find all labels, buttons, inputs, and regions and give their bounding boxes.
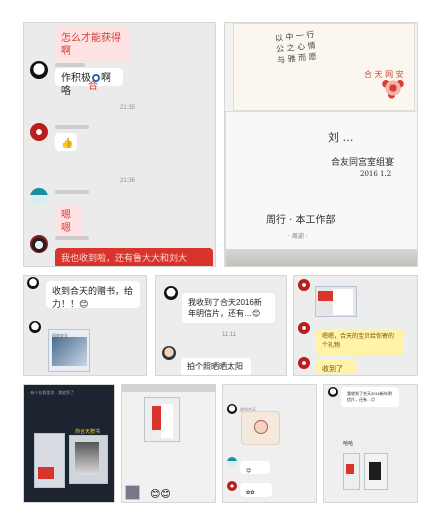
letter-photo: 以 中 一 行公 之 心 情与 雅 而 愿 合 天 网 安 刘 … 合友同宫室组… <box>224 22 418 267</box>
message-bubble-2: 嗯嗯 <box>55 205 81 239</box>
chat-screenshot-e: 我收到了合天2016新年明信片，还有…😊 哈哈 <box>323 384 418 503</box>
sender-name-blurred <box>55 190 89 194</box>
photo-card <box>315 286 357 317</box>
dark-photo-header: · 有人在群里发 · 我收到了 <box>28 390 74 395</box>
chat-screenshot-c: 嗯嗯，合天的宝贝给你寄的个礼物 收到了😊 <box>293 275 418 376</box>
message-text-1: 作积极 <box>61 73 91 84</box>
thumbs-up-icon: 👍 <box>61 138 74 149</box>
chat-b-bubble: 我收到了合天2016新年明信片，还有…😊 <box>182 293 275 323</box>
phone-status-bar <box>122 385 215 392</box>
dark-book-photo: · 有人在群里发 · 我收到了 你合天赠书 <box>23 384 115 503</box>
smile-icon: 😊 <box>252 309 261 318</box>
pig-sticker <box>241 411 280 445</box>
letter-main-paper: 刘 … 合友同宫室组宴 2016 1.2 周行 · 本工作部 · 周迎 · <box>225 111 417 266</box>
user-avatar-opera <box>30 235 48 253</box>
letter-signature-line: 合友同宫室组宴 <box>331 158 395 168</box>
chat-b-text: 我收到了合天2016新年明信片，还有… <box>188 298 262 318</box>
chat-d-bubble-2: ✿✿ <box>240 483 272 497</box>
card-photo <box>144 397 180 442</box>
chat-c-text-2: 收到了 <box>322 366 343 373</box>
letter-signature: 刘 … <box>328 131 354 144</box>
chat-e-photo-2 <box>364 453 388 490</box>
wood-table-edge <box>226 249 417 266</box>
smile-icon: 😊 <box>371 397 376 402</box>
decorative-flower-icon <box>379 74 407 102</box>
user-avatar-panda-small <box>27 277 39 289</box>
user-avatar-panda-small <box>328 387 338 397</box>
thumb-bubble: 👍 <box>55 133 77 151</box>
timestamp-1: 21:35 <box>120 105 136 111</box>
user-avatar-red-small <box>298 279 310 291</box>
user-avatar-red <box>30 123 48 141</box>
sender-name-blurred <box>55 236 89 240</box>
user-avatar-panda <box>30 61 48 79</box>
dark-photo-book-red <box>38 467 54 479</box>
user-avatar-panda-small <box>227 404 237 414</box>
timestamp-2: 21:36 <box>120 178 136 184</box>
book-card-caption: 网络安全 <box>52 333 68 338</box>
answer-text: 合 <box>88 81 98 92</box>
chat-e-photo-1 <box>343 453 360 490</box>
user-avatar-panda-small <box>164 286 178 300</box>
user-avatar-panda-small <box>29 321 41 333</box>
letter-top-paper: 以 中 一 行公 之 心 情与 雅 而 愿 合 天 网 安 <box>233 23 415 111</box>
image-collage: 怎么才能获得啊 作积极 啊咯 合 21:35 👍 21:36 嗯嗯 我也收到啦，还… <box>0 0 442 527</box>
chat-d-bubble: 😊 <box>240 461 270 474</box>
book-card: 网络安全 <box>48 329 90 372</box>
user-avatar-teal-small <box>227 457 237 467</box>
message-bubble-3: 我也收到啦，还有鲁大大和刘大 <box>55 248 213 266</box>
chat-screenshot-b: 我收到了合天2016新年明信片，还有…😊 11:11 拍个照晒晒太阳 <box>155 275 287 376</box>
sender-name-blurred <box>55 125 89 129</box>
dark-photo-book-cover <box>75 442 99 475</box>
message-bubble-1: 作积极 啊咯 合 <box>55 68 123 97</box>
letter-foot-note: · 周迎 · <box>288 233 308 240</box>
chat-b-bubble-2: 拍个照晒晒太阳 <box>181 358 251 375</box>
dark-photo-book-1 <box>34 433 65 488</box>
chat-screenshot-d: 收到合天 😊 ✿✿ <box>222 384 317 503</box>
user-avatar-red-small <box>298 322 310 334</box>
card-photo-white <box>161 404 173 438</box>
phone-card-photo: 😊😊 <box>121 384 216 503</box>
chat-c-bubble-1: 嗯嗯，合天的宝贝给你寄的个礼物 <box>316 329 404 355</box>
chat-a-text: 收到合天的赠书，给力！！ <box>52 286 134 309</box>
chat-e-text: 我收到了合天2016新年明信片，还有… <box>347 391 392 402</box>
chat-e-photo-2-image <box>369 462 381 480</box>
smile-icon: 😊 <box>79 299 89 309</box>
chat-b-time: 11:11 <box>222 332 237 338</box>
user-avatar-red-small <box>298 357 310 369</box>
book-cover-image <box>52 337 87 366</box>
user-avatar-teal <box>30 188 48 206</box>
photo-card-white <box>333 289 353 315</box>
chat-e-bubble: 我收到了合天2016新年明信片，还有…😊 <box>341 387 399 407</box>
thumbnail-image <box>125 485 140 500</box>
chat-e-line: 哈哈 <box>343 441 354 447</box>
letter-bottom-text: 周行 · 本工作部 <box>266 215 336 226</box>
main-chat-screenshot: 怎么才能获得啊 作积极 啊咯 合 21:35 👍 21:36 嗯嗯 我也收到啦，还… <box>23 22 216 267</box>
sender-name-blurred <box>55 63 85 67</box>
photo-card-red-label <box>318 291 333 301</box>
chat-c-bubble-2: 收到了😊 <box>316 359 356 374</box>
user-avatar-red-small <box>227 481 237 491</box>
letter-calligraphy: 以 中 一 行公 之 心 情与 雅 而 愿 <box>274 30 318 65</box>
question-bubble: 怎么才能获得啊 <box>55 28 129 62</box>
chat-e-photo-1-red <box>346 464 354 474</box>
user-avatar-face <box>162 346 176 360</box>
emoji-row: 😊😊 <box>150 489 171 500</box>
letter-date: 2016 1.2 <box>360 170 392 178</box>
pig-face-icon <box>254 420 268 434</box>
dark-photo-book-2 <box>69 435 108 484</box>
chat-a-bubble: 收到合天的赠书，给力！！😊 <box>46 281 140 309</box>
chat-screenshot-a: 收到合天的赠书，给力！！😊 网络安全 <box>23 275 147 376</box>
